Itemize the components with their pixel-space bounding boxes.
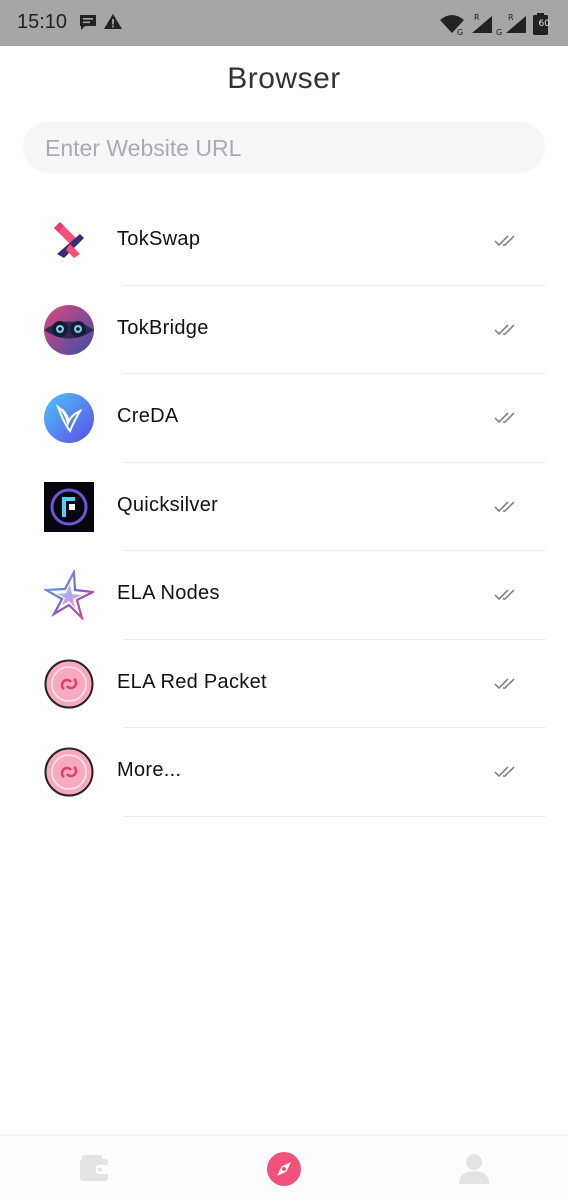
list-item-tokbridge[interactable]: TokBridge	[0, 286, 568, 374]
double-check-icon	[494, 764, 520, 780]
wifi-icon: G	[440, 15, 464, 37]
double-check-icon	[494, 233, 520, 249]
list-item-label: CreDA	[117, 405, 179, 427]
list-item-ela-red-packet[interactable]: ELA Red Packet	[0, 640, 568, 728]
more-logo-icon	[44, 747, 94, 797]
nav-browser[interactable]	[264, 1151, 304, 1187]
double-check-icon	[494, 410, 520, 426]
ela-red-packet-logo-icon	[44, 659, 94, 709]
svg-text:G: G	[496, 28, 502, 36]
list-item-ela-nodes[interactable]: ELA Nodes	[0, 551, 568, 640]
signal-icon: R G	[472, 13, 502, 37]
status-left-icons	[79, 13, 131, 38]
list-item-more[interactable]: More...	[0, 728, 568, 817]
double-check-icon	[494, 676, 520, 692]
double-check-icon	[494, 499, 520, 515]
warning-icon	[104, 14, 122, 29]
wallet-icon	[80, 1155, 109, 1181]
list-item-label: ELA Red Packet	[117, 670, 267, 693]
nav-wallet[interactable]	[76, 1151, 116, 1187]
page-title: Browser	[227, 62, 341, 95]
signal-icon-2: R	[506, 13, 526, 33]
list-item-label: TokSwap	[117, 228, 201, 250]
tokswap-logo-icon	[44, 216, 94, 266]
list-item-label: ELA Nodes	[117, 582, 220, 604]
bottom-nav	[0, 1135, 568, 1201]
list-item-quicksilver[interactable]: Quicksilver	[0, 463, 568, 551]
row-divider	[123, 815, 546, 817]
list-item-label: Quicksilver	[117, 493, 219, 516]
url-input[interactable]	[43, 122, 527, 174]
url-bar[interactable]	[23, 122, 545, 174]
double-check-icon	[494, 587, 520, 603]
nav-profile[interactable]	[454, 1151, 494, 1187]
svg-text:G: G	[457, 28, 463, 36]
battery-level: 60	[538, 19, 550, 29]
svg-text:R: R	[474, 13, 480, 22]
status-bar: 15:10 G R G R 60	[0, 0, 568, 46]
user-icon	[459, 1154, 489, 1184]
list-item-tokswap[interactable]: TokSwap	[0, 197, 568, 286]
quicksilver-logo-icon	[44, 481, 94, 532]
list-item-label: More...	[117, 759, 182, 781]
ela-nodes-logo-icon	[42, 567, 97, 622]
tokbridge-logo-icon	[44, 304, 94, 355]
status-right-icons: G R G R	[440, 12, 552, 41]
list-item-label: TokBridge	[117, 316, 209, 339]
list-item-creda[interactable]: CreDA	[0, 374, 568, 463]
dapp-list: TokSwap TokBridge CreDA Quicksilver ELA …	[0, 197, 568, 817]
creda-logo-icon	[44, 393, 94, 443]
compass-icon	[267, 1152, 301, 1186]
message-icon	[80, 15, 96, 30]
double-check-icon	[494, 322, 520, 338]
status-time: 15:10	[17, 11, 68, 33]
svg-text:R: R	[508, 13, 514, 22]
